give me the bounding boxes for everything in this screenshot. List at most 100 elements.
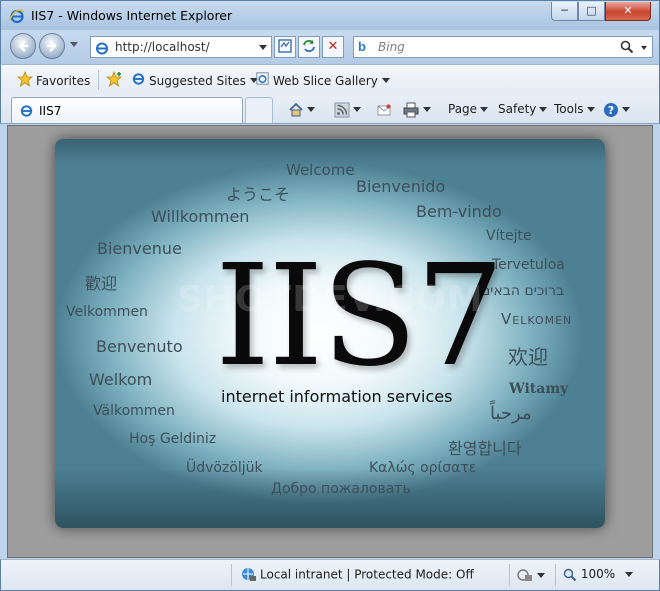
- minimize-button[interactable]: ─: [551, 2, 578, 21]
- status-bar: Local intranet | Protected Mode: Off 100…: [0, 559, 660, 591]
- compatibility-view-button[interactable]: [274, 36, 296, 58]
- welcome-word: Welcome: [286, 161, 355, 179]
- tab-iis7[interactable]: IIS7: [11, 97, 243, 123]
- zoom-control[interactable]: 100%: [563, 567, 615, 582]
- welcome-word: Välkommen: [93, 403, 175, 419]
- search-icon[interactable]: [620, 40, 634, 57]
- status-divider: [555, 564, 556, 586]
- stop-button[interactable]: ✕: [322, 36, 344, 58]
- stop-icon: ✕: [327, 39, 339, 54]
- home-dropdown-icon[interactable]: [307, 107, 315, 112]
- tab-title: IIS7: [39, 104, 62, 118]
- home-icon: [289, 102, 303, 116]
- read-mail-button[interactable]: [376, 101, 392, 118]
- suggested-sites-link[interactable]: Suggested Sites: [131, 71, 258, 89]
- print-dropdown-icon[interactable]: [423, 107, 431, 112]
- welcome-word: 欢迎: [508, 345, 548, 369]
- refresh-icon: [303, 40, 315, 52]
- window-title: IIS7 - Windows Internet Explorer: [31, 8, 233, 23]
- feeds-button[interactable]: [334, 101, 361, 118]
- ie-logo-icon: [9, 8, 25, 24]
- web-slice-dropdown-icon[interactable]: [381, 78, 390, 83]
- zoom-magnifier-icon: [563, 568, 577, 581]
- welcome-word: Benvenuto: [96, 337, 183, 356]
- protected-mode-icon: [517, 569, 532, 581]
- address-input[interactable]: http://localhost/: [115, 40, 210, 54]
- welcome-word: Bienvenue: [97, 239, 182, 258]
- welcome-word: Καλώς ορίσατε: [369, 460, 477, 476]
- favorites-separator: [98, 70, 99, 90]
- back-button[interactable]: [10, 33, 36, 59]
- help-icon: ?: [604, 102, 618, 117]
- popup-blocker-status[interactable]: [517, 567, 545, 583]
- status-divider: [231, 564, 232, 586]
- zoom-dropdown-icon[interactable]: [625, 572, 633, 577]
- welcome-word: Welkom: [89, 370, 153, 389]
- title-bar[interactable]: IIS7 - Windows Internet Explorer ─ □ ✕: [0, 0, 660, 30]
- new-tab-button[interactable]: [245, 97, 273, 123]
- status-divider: [509, 564, 510, 586]
- forward-arrow-icon: [47, 40, 57, 52]
- welcome-word: Добро пожаловать: [271, 481, 411, 497]
- iis7-welcome-panel: Welcome ようこそ Bienvenido Willkommen Bem-v…: [55, 139, 605, 528]
- favorites-bar: Favorites Suggested Sites Web Slice Gall…: [0, 64, 660, 94]
- print-button[interactable]: [402, 101, 431, 118]
- search-input[interactable]: Bing: [378, 40, 405, 54]
- welcome-word: Velkommen: [66, 304, 148, 320]
- add-to-favorites-bar-button[interactable]: [105, 70, 127, 91]
- maximize-button[interactable]: □: [578, 2, 605, 21]
- page-dropdown-icon: [480, 107, 489, 112]
- safety-dropdown-icon: [539, 107, 548, 112]
- page-content[interactable]: Welcome ようこそ Bienvenido Willkommen Bem-v…: [7, 125, 653, 558]
- favorites-button[interactable]: Favorites: [16, 70, 90, 91]
- compatibility-icon: [278, 39, 292, 53]
- welcome-word: Bem-vindo: [416, 202, 502, 221]
- welcome-word: 환영합니다: [448, 439, 522, 458]
- iis7-subtitle: internet information services: [221, 387, 453, 406]
- address-dropdown-icon[interactable]: [259, 45, 267, 50]
- recent-pages-dropdown[interactable]: [70, 42, 78, 47]
- back-arrow-icon: [18, 40, 28, 52]
- suggested-sites-ie-icon: [131, 71, 146, 90]
- welcome-word: Bienvenido: [356, 177, 446, 196]
- navigation-bar: http://localhost/ ✕ b Bing: [0, 30, 660, 64]
- home-button[interactable]: [288, 101, 315, 118]
- page-ie-icon: [94, 40, 110, 59]
- feeds-dropdown-icon[interactable]: [353, 107, 361, 112]
- forward-button[interactable]: [39, 33, 65, 59]
- web-slice-icon: [255, 71, 270, 90]
- svg-text:?: ?: [608, 104, 614, 117]
- tab-command-bar: IIS7 Page Safety Tools ?: [0, 94, 660, 124]
- welcome-word: Witamy: [509, 381, 569, 397]
- page-menu[interactable]: Page: [448, 101, 489, 117]
- watermark-text: SHOTDEV.COM: [177, 279, 484, 320]
- rss-feed-icon: [334, 102, 350, 117]
- tools-dropdown-icon: [586, 107, 595, 112]
- printer-icon: [403, 102, 419, 117]
- address-bar[interactable]: http://localhost/: [90, 36, 272, 58]
- refresh-button[interactable]: [298, 36, 320, 58]
- favorites-star-icon: [16, 70, 34, 91]
- welcome-word: Hoş Geldiniz: [129, 431, 217, 447]
- help-dropdown-icon[interactable]: [622, 107, 630, 112]
- tools-menu[interactable]: Tools: [554, 101, 595, 117]
- web-slice-gallery-link[interactable]: Web Slice Gallery: [255, 71, 390, 89]
- search-options-dropdown[interactable]: [641, 46, 647, 50]
- welcome-word: مرحباً: [490, 403, 532, 424]
- welcome-word: ようこそ: [226, 185, 291, 204]
- welcome-word: 歡迎: [85, 274, 118, 293]
- mail-icon: [377, 104, 391, 115]
- popup-blocker-dropdown-icon[interactable]: [537, 572, 545, 578]
- welcome-word: Üdvözöljük: [186, 460, 263, 476]
- tab-ie-icon: [19, 103, 34, 121]
- security-zone[interactable]: Local intranet | Protected Mode: Off: [241, 567, 474, 583]
- search-box[interactable]: b Bing: [353, 36, 653, 58]
- bing-icon: b: [358, 39, 366, 54]
- add-favorite-star-icon: [105, 70, 124, 91]
- safety-menu[interactable]: Safety: [498, 101, 548, 117]
- help-button[interactable]: ?: [603, 101, 630, 118]
- globe-intranet-icon: [242, 568, 256, 581]
- close-button[interactable]: ✕: [605, 2, 651, 21]
- welcome-word: Willkommen: [151, 207, 250, 226]
- panel-bottom-shade: [55, 468, 605, 528]
